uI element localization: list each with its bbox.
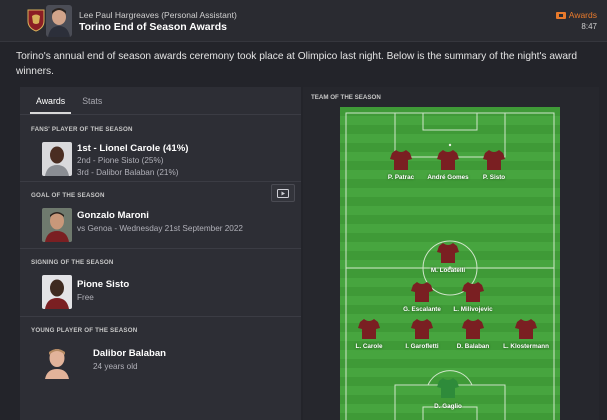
young-player-title: YOUNG PLAYER OF THE SEASON <box>31 327 138 334</box>
player-shirt-icon[interactable] <box>411 281 433 303</box>
message-subject: Torino End of Season Awards <box>79 21 227 33</box>
sender-avatar <box>46 5 72 37</box>
goal-of-season-section: GOAL OF THE SEASON Gonzalo Maroni vs Gen… <box>20 182 301 249</box>
player-name-label[interactable]: D. Balaban <box>457 343 490 350</box>
gonzalo-maroni-avatar[interactable] <box>42 208 72 242</box>
awards-tabs: Awards Stats <box>20 87 301 115</box>
goal-match-detail: vs Genoa - Wednesday 21st September 2022 <box>77 224 243 233</box>
awards-tag-label: Awards <box>568 10 597 20</box>
club-badge-icon <box>27 9 45 32</box>
player-name-label[interactable]: M. Locatelli <box>431 267 465 274</box>
dalibor-balaban-avatar[interactable] <box>42 345 72 379</box>
player-name-label[interactable]: André Gomes <box>427 174 468 181</box>
player-shirt-icon[interactable] <box>411 318 433 340</box>
player-shirt-icon[interactable] <box>437 149 459 171</box>
football-pitch: P. Patrac André Gomes P. Sisto M. Locate… <box>340 107 560 420</box>
player-name-label[interactable]: I. Garofletti <box>405 343 438 350</box>
player-shirt-icon[interactable] <box>515 318 537 340</box>
fans-player-section: FANS' PLAYER OF THE SEASON 1st - Lionel … <box>20 116 301 182</box>
message-body: Torino's annual end of season awards cer… <box>16 51 578 77</box>
goal-of-season-title: GOAL OF THE SEASON <box>31 192 105 199</box>
player-name-label[interactable]: P. Patrac <box>388 174 414 181</box>
message-time: 8:47 <box>581 22 597 31</box>
goalkeeper-name-label[interactable]: D. Gaglio <box>434 403 462 410</box>
signing-of-season-section: SIGNING OF THE SEASON Pione Sisto Free <box>20 249 301 317</box>
signing-of-season-title: SIGNING OF THE SEASON <box>31 259 114 266</box>
message-header: Lee Paul Hargreaves (Personal Assistant)… <box>0 0 607 42</box>
player-shirt-icon[interactable] <box>437 242 459 264</box>
video-icon <box>277 188 289 198</box>
young-player-section: YOUNG PLAYER OF THE SEASON Dalibor Balab… <box>20 317 301 420</box>
fans-player-title: FANS' PLAYER OF THE SEASON <box>31 126 133 133</box>
player-name-label[interactable]: L. Carole <box>356 343 383 350</box>
player-name-label[interactable]: L. Milivojevic <box>453 306 492 313</box>
fans-second-place: 2nd - Pione Sisto (25%) <box>77 156 164 165</box>
young-player-name[interactable]: Dalibor Balaban <box>93 348 166 359</box>
player-shirt-icon[interactable] <box>390 149 412 171</box>
fans-third-place: 3rd - Dalibor Balaban (21%) <box>77 168 179 177</box>
goal-scorer-name[interactable]: Gonzalo Maroni <box>77 210 149 221</box>
player-shirt-icon[interactable] <box>462 318 484 340</box>
tab-awards[interactable]: Awards <box>30 96 72 114</box>
team-of-season-panel: TEAM OF THE SEASON P. Patrac André Gomes… <box>303 87 599 420</box>
player-shirt-icon[interactable] <box>462 281 484 303</box>
watch-goal-button[interactable] <box>271 184 295 202</box>
sender-name: Lee Paul Hargreaves (Personal Assistant) <box>79 10 237 20</box>
tab-stats[interactable]: Stats <box>76 96 108 114</box>
player-name-label[interactable]: P. Sisto <box>483 174 505 181</box>
signing-player-name[interactable]: Pione Sisto <box>77 279 129 290</box>
young-player-age: 24 years old <box>93 362 138 371</box>
lionel-carole-avatar[interactable] <box>42 142 72 176</box>
fans-first-place: 1st - Lionel Carole (41%) <box>77 143 189 154</box>
awards-panel: Awards Stats FANS' PLAYER OF THE SEASON … <box>20 87 301 420</box>
pione-sisto-avatar[interactable] <box>42 275 72 309</box>
tag-icon <box>555 11 566 19</box>
player-shirt-icon[interactable] <box>483 149 505 171</box>
signing-fee: Free <box>77 293 94 302</box>
player-shirt-icon[interactable] <box>358 318 380 340</box>
team-of-season-title: TEAM OF THE SEASON <box>311 94 381 101</box>
goalkeeper-shirt-icon[interactable] <box>437 377 459 399</box>
player-name-label[interactable]: G. Escalante <box>403 306 441 313</box>
awards-tag[interactable]: Awards <box>555 10 597 20</box>
player-name-label[interactable]: L. Klostermann <box>503 343 549 350</box>
